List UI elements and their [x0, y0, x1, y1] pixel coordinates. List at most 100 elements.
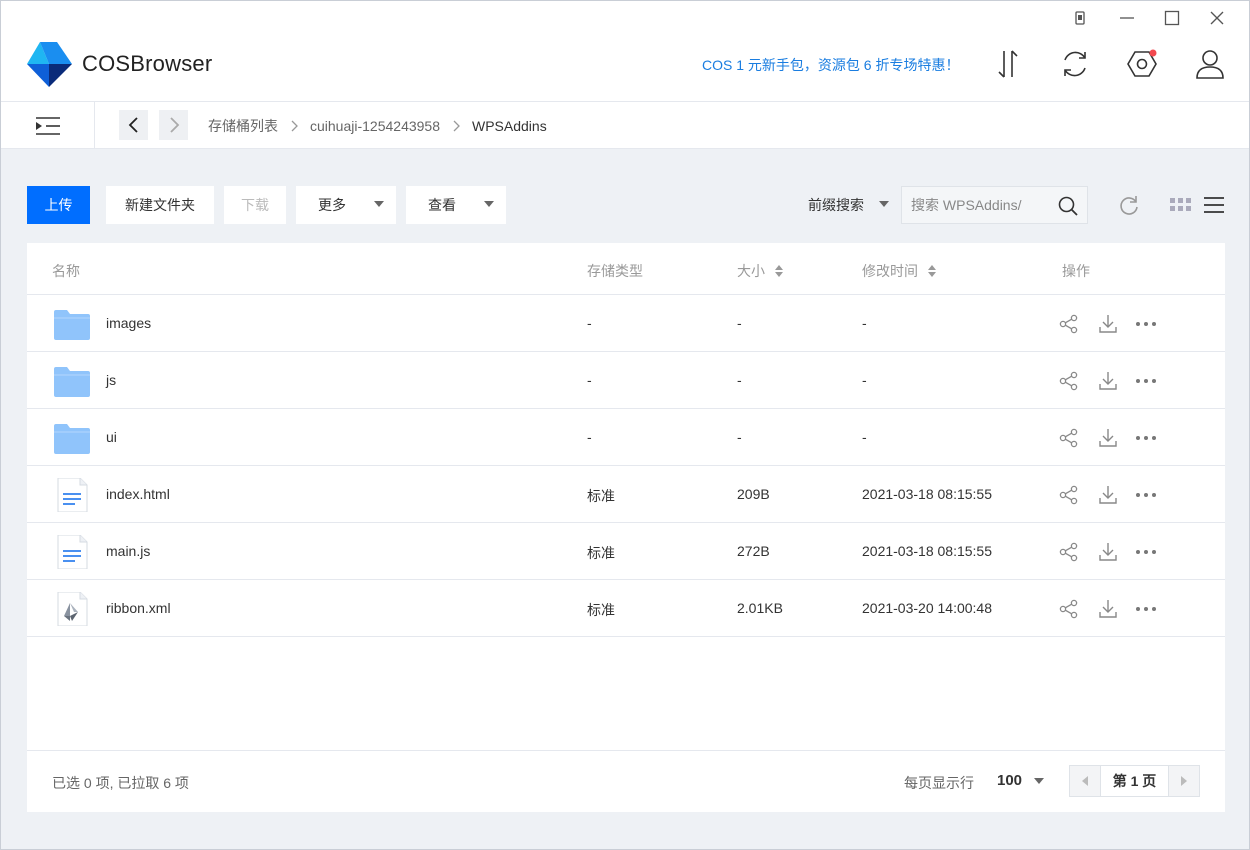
column-actions: 操作	[1062, 263, 1090, 279]
more-icon[interactable]	[1135, 313, 1157, 335]
download-icon[interactable]	[1097, 484, 1119, 506]
settings-icon[interactable]	[1125, 46, 1159, 82]
forward-button[interactable]	[159, 110, 188, 140]
app-name: COSBrowser	[82, 51, 213, 76]
caret-down-icon	[879, 201, 889, 207]
new-folder-button[interactable]: 新建文件夹	[106, 186, 214, 224]
more-dropdown[interactable]: 更多	[296, 186, 396, 224]
user-icon[interactable]	[1193, 46, 1227, 82]
share-icon[interactable]	[1058, 313, 1080, 335]
share-icon[interactable]	[1058, 541, 1080, 563]
folder-icon	[53, 364, 91, 398]
grid-view-icon[interactable]	[1168, 192, 1194, 218]
file-size: -	[737, 315, 742, 331]
download-icon[interactable]	[1097, 541, 1119, 563]
list-view-icon[interactable]	[1201, 192, 1227, 218]
close-icon[interactable]	[1205, 7, 1229, 29]
per-page-label: 每页显示行	[904, 775, 974, 791]
file-name[interactable]: index.html	[106, 486, 170, 502]
table-footer: 已选 0 项, 已拉取 6 项 每页显示行 100 第 1 页	[27, 750, 1225, 812]
table-row[interactable]: js - - -	[27, 352, 1225, 409]
file-name[interactable]: ribbon.xml	[106, 600, 171, 616]
file-name[interactable]: ui	[106, 429, 117, 445]
table-header: 名称 存储类型 大小 修改时间 操作	[27, 243, 1225, 295]
download-icon[interactable]	[1097, 313, 1119, 335]
table-row[interactable]: ribbon.xml 标准 2.01KB 2021-03-20 14:00:48	[27, 580, 1225, 637]
xml-file-icon	[53, 591, 91, 627]
view-label: 查看	[428, 197, 456, 213]
column-name: 名称	[52, 263, 80, 279]
current-page: 第 1 页	[1100, 766, 1169, 796]
file-modified: -	[862, 315, 867, 331]
file-storage-class: 标准	[587, 488, 615, 504]
table-row[interactable]: index.html 标准 209B 2021-03-18 08:15:55	[27, 466, 1225, 523]
column-size[interactable]: 大小	[737, 261, 783, 281]
breadcrumb-item-bucket-list[interactable]: 存储桶列表	[208, 116, 278, 136]
caret-down-icon	[374, 201, 384, 207]
sidebar-toggle-icon[interactable]	[1, 102, 95, 149]
more-icon[interactable]	[1135, 541, 1157, 563]
search-mode-select[interactable]: 前缀搜索	[808, 195, 864, 215]
breadcrumb-item-bucket[interactable]: cuihuaji-1254243958	[310, 118, 440, 134]
mini-mode-icon[interactable]	[1068, 7, 1092, 29]
app-window: COSBrowser COS 1 元新手包，资源包 6 折专场特惠！ 存储桶列表	[0, 0, 1250, 850]
download-icon[interactable]	[1097, 598, 1119, 620]
more-icon[interactable]	[1135, 484, 1157, 506]
search-icon[interactable]	[1057, 195, 1079, 217]
view-dropdown[interactable]: 查看	[406, 186, 506, 224]
sync-icon[interactable]	[1058, 46, 1092, 82]
minimize-icon[interactable]	[1115, 7, 1139, 29]
refresh-icon[interactable]	[1116, 192, 1142, 218]
column-storage-class: 存储类型	[587, 263, 643, 279]
search-box	[901, 186, 1088, 224]
share-icon[interactable]	[1058, 484, 1080, 506]
sort-icon[interactable]	[928, 265, 936, 277]
chevron-right-icon	[452, 120, 460, 132]
column-size-label: 大小	[737, 263, 765, 279]
header-bar: COSBrowser COS 1 元新手包，资源包 6 折专场特惠！	[1, 1, 1249, 102]
file-name[interactable]: js	[106, 372, 116, 388]
file-size: -	[737, 372, 742, 388]
file-table: 名称 存储类型 大小 修改时间 操作 images - - - js - - - ui - - - in…	[27, 243, 1225, 812]
page-size-select[interactable]: 100	[997, 772, 1022, 789]
upload-button[interactable]: 上传	[27, 186, 90, 224]
share-icon[interactable]	[1058, 427, 1080, 449]
file-storage-class: 标准	[587, 602, 615, 618]
transfer-icon[interactable]	[991, 46, 1025, 82]
back-button[interactable]	[119, 110, 148, 140]
file-name[interactable]: main.js	[106, 543, 150, 559]
file-storage-class: -	[587, 315, 592, 331]
table-row[interactable]: main.js 标准 272B 2021-03-18 08:15:55	[27, 523, 1225, 580]
column-modified-label: 修改时间	[862, 263, 918, 279]
breadcrumb-item-current: WPSAddins	[472, 118, 547, 134]
file-modified: -	[862, 372, 867, 388]
download-button[interactable]: 下载	[224, 186, 286, 224]
more-icon[interactable]	[1135, 370, 1157, 392]
file-name[interactable]: images	[106, 315, 151, 331]
file-size: 209B	[737, 486, 770, 502]
table-row[interactable]: images - - -	[27, 295, 1225, 352]
file-modified: 2021-03-20 14:00:48	[862, 600, 992, 616]
download-icon[interactable]	[1097, 370, 1119, 392]
download-icon[interactable]	[1097, 427, 1119, 449]
file-size: -	[737, 429, 742, 445]
column-modified[interactable]: 修改时间	[862, 261, 936, 281]
share-icon[interactable]	[1058, 370, 1080, 392]
share-icon[interactable]	[1058, 598, 1080, 620]
promo-link[interactable]: COS 1 元新手包，资源包 6 折专场特惠！	[702, 55, 959, 75]
more-icon[interactable]	[1135, 427, 1157, 449]
file-storage-class: -	[587, 372, 592, 388]
prev-page-button[interactable]	[1070, 766, 1100, 796]
folder-icon	[53, 421, 91, 455]
sort-icon[interactable]	[775, 265, 783, 277]
file-modified: 2021-03-18 08:15:55	[862, 486, 992, 502]
navigation-bar: 存储桶列表 cuihuaji-1254243958 WPSAddins	[1, 102, 1249, 149]
maximize-icon[interactable]	[1160, 7, 1184, 29]
document-icon	[53, 477, 91, 513]
table-row[interactable]: ui - - -	[27, 409, 1225, 466]
search-input[interactable]	[911, 196, 1051, 214]
next-page-button[interactable]	[1169, 766, 1199, 796]
more-icon[interactable]	[1135, 598, 1157, 620]
caret-down-icon	[1034, 778, 1044, 784]
file-modified: 2021-03-18 08:15:55	[862, 543, 992, 559]
